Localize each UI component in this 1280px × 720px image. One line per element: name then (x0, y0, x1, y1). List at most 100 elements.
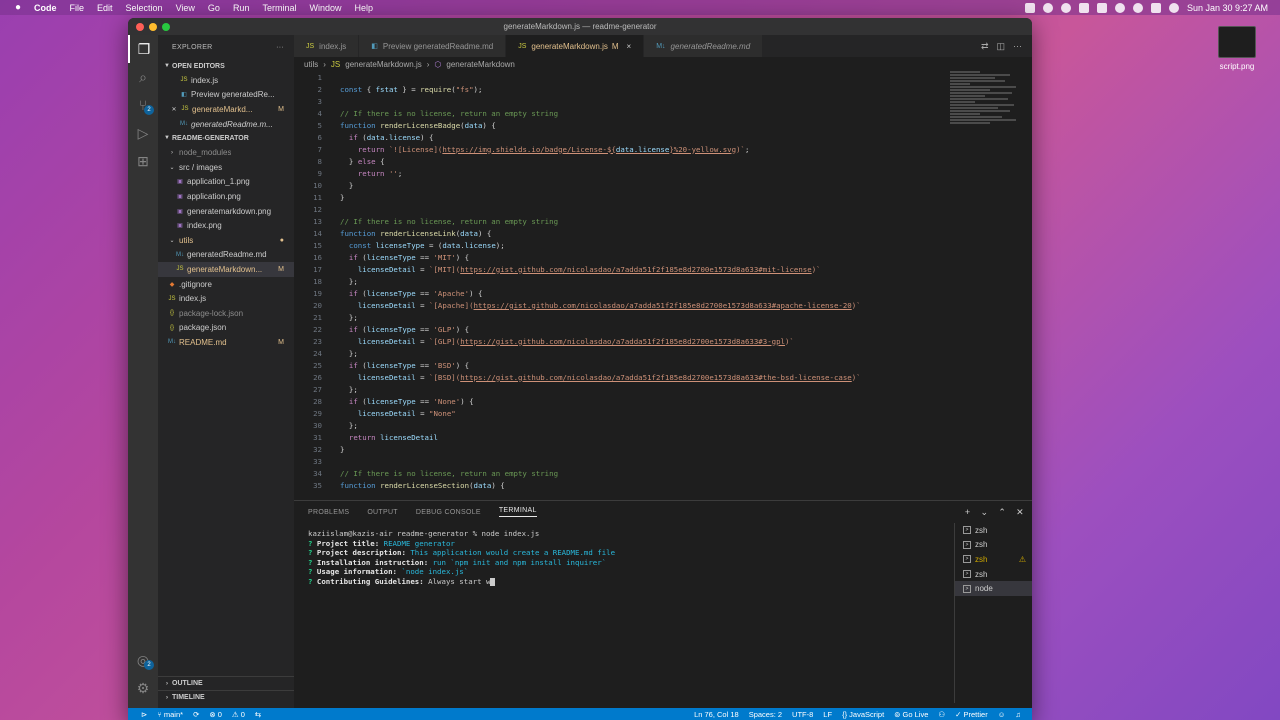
tab-label: index.js (319, 41, 347, 51)
open-editor-item[interactable]: ◧ Preview generatedRe... (158, 88, 294, 103)
outline-section[interactable]: › OUTLINE (158, 676, 294, 690)
feedback-icon[interactable]: ☺ (998, 710, 1006, 719)
siri-icon[interactable] (1168, 2, 1179, 13)
end-of-line[interactable]: LF (823, 710, 832, 719)
line-number: 2 (317, 84, 322, 94)
project-section[interactable]: ▼ README-GENERATOR (158, 131, 294, 145)
open-editor-item[interactable]: ✕ JS generateMarkd... M (158, 102, 294, 117)
errors-count[interactable]: ⊗ 0 (209, 710, 222, 719)
notifications-bell-icon[interactable]: ♫ (1015, 710, 1021, 719)
open-editor-item[interactable]: JS index.js (158, 73, 294, 88)
tree-item-file[interactable]: ▣ application.png (158, 189, 294, 204)
close-icon[interactable]: × (627, 42, 632, 51)
more-actions-icon[interactable]: ··· (1013, 41, 1022, 51)
prettier-button[interactable]: ✓ Prettier (955, 710, 988, 719)
play-icon[interactable] (1060, 2, 1071, 13)
breadcrumb-symbol[interactable]: generateMarkdown (446, 60, 514, 69)
menu-run[interactable]: Run (233, 3, 250, 13)
tree-item-file[interactable]: JS index.js (158, 291, 294, 306)
tree-item-file[interactable]: M↓ README.md M (158, 335, 294, 350)
terminal-output[interactable]: kaziislam@kazis-air readme-generator % n… (308, 529, 928, 586)
menu-terminal[interactable]: Terminal (262, 3, 296, 13)
desktop-file[interactable]: script.png (1208, 26, 1266, 71)
tree-item-folder[interactable]: ⌄ utils ● (158, 233, 294, 248)
menu-edit[interactable]: Edit (97, 3, 113, 13)
headphones-icon[interactable] (1042, 2, 1053, 13)
accounts-icon[interactable]: ◎ 2 (128, 646, 158, 674)
sync-icon[interactable]: ⟳ (193, 710, 199, 719)
menu-app[interactable]: Code (34, 3, 57, 13)
terminal-input[interactable]: Always start w (428, 577, 490, 586)
tree-item-file[interactable]: {} package-lock.json (158, 306, 294, 321)
breadcrumb-file[interactable]: generateMarkdown.js (345, 60, 421, 69)
menubar-clock[interactable]: Sun Jan 30 9:27 AM (1187, 3, 1268, 13)
tab-problems[interactable]: PROBLEMS (308, 509, 349, 516)
indentation[interactable]: Spaces: 2 (749, 710, 782, 719)
wifi-icon[interactable] (1114, 2, 1125, 13)
remote-icon[interactable]: ⊳ (141, 710, 147, 719)
menu-go[interactable]: Go (208, 3, 220, 13)
tab-preview-readme[interactable]: ◧ Preview generatedReadme.md (359, 35, 507, 57)
terminal-instance[interactable]: > zsh (955, 523, 1032, 538)
tree-item-file[interactable]: ▣ index.png (158, 218, 294, 233)
tree-item-file[interactable]: JS generateMarkdown... M (158, 262, 294, 277)
terminal-instance[interactable]: > zsh ⚠ (955, 552, 1032, 567)
terminal-instance[interactable]: > zsh (955, 538, 1032, 553)
cursor-position[interactable]: Ln 76, Col 18 (694, 710, 739, 719)
explorer-icon[interactable]: ❐ (128, 35, 158, 63)
line-number: 31 (313, 432, 322, 442)
compare-icon[interactable]: ⇄ (981, 41, 989, 52)
menu-window[interactable]: Window (309, 3, 341, 13)
menu-view[interactable]: View (176, 3, 195, 13)
tab-debug-console[interactable]: DEBUG CONSOLE (416, 509, 481, 516)
breadcrumb-folder[interactable]: utils (304, 60, 318, 69)
spotlight-search-icon[interactable] (1132, 2, 1143, 13)
tree-item-file[interactable]: ▣ application_1.png (158, 175, 294, 190)
close-icon[interactable]: ✕ (1016, 507, 1024, 518)
tab-generate-markdown[interactable]: JS generateMarkdown.js M × (506, 35, 645, 57)
settings-gear-icon[interactable]: ⚙ (128, 674, 158, 702)
tab-index-js[interactable]: JS index.js (294, 35, 360, 57)
warnings-count[interactable]: ⚠ 0 (232, 710, 245, 719)
search-icon[interactable]: ⌕ (128, 63, 158, 91)
go-live-button[interactable]: ⊚ Go Live (894, 710, 928, 719)
source-control-icon[interactable]: ⑂ 2 (128, 91, 158, 119)
tab-output[interactable]: OUTPUT (367, 509, 398, 516)
extensions-icon[interactable]: ⊞ (128, 147, 158, 175)
menu-selection[interactable]: Selection (126, 3, 163, 13)
copilot-icon[interactable]: ⚇ (938, 710, 945, 719)
run-debug-icon[interactable]: ▷ (128, 119, 158, 147)
encoding[interactable]: UTF-8 (792, 710, 813, 719)
minimap[interactable] (950, 71, 1022, 201)
new-terminal-icon[interactable]: + (965, 507, 971, 518)
apple-icon[interactable]: ● (12, 2, 24, 14)
chevron-down-icon[interactable]: ⌄ (980, 507, 988, 518)
language-mode[interactable]: {} JavaScript (842, 710, 884, 719)
tree-item-file[interactable]: ◆ .gitignore (158, 277, 294, 292)
terminal-instance[interactable]: > zsh (955, 567, 1032, 582)
tree-item-folder[interactable]: › node_modules (158, 145, 294, 160)
live-share-icon[interactable]: ⇆ (255, 710, 261, 719)
screen-record-icon[interactable] (1024, 2, 1035, 13)
tab-generated-readme[interactable]: M↓ generatedReadme.md (644, 35, 764, 57)
split-editor-icon[interactable]: ◫ (996, 41, 1005, 52)
menu-help[interactable]: Help (354, 3, 373, 13)
more-actions-icon[interactable]: ··· (276, 44, 284, 51)
close-icon[interactable]: ✕ (170, 106, 178, 113)
code-editor[interactable]: 1 2 const { fstat } = require("fs"); 3 4/… (294, 71, 1032, 517)
terminal-instance[interactable]: > node (955, 581, 1032, 596)
tree-item-file[interactable]: ▣ generatemarkdown.png (158, 204, 294, 219)
tree-item-folder[interactable]: ⌄ src / images (158, 160, 294, 175)
tree-item-file[interactable]: M↓ generatedReadme.md (158, 248, 294, 263)
tree-item-file[interactable]: {} package.json (158, 321, 294, 336)
timeline-section[interactable]: › TIMELINE (158, 690, 294, 704)
bluetooth-icon[interactable] (1078, 2, 1089, 13)
battery-icon[interactable] (1096, 2, 1107, 13)
control-center-icon[interactable] (1150, 2, 1161, 13)
open-editors-section[interactable]: ▼ OPEN EDITORS (158, 59, 294, 73)
open-editor-item[interactable]: M↓ generatedReadme.m... (158, 117, 294, 132)
tab-terminal[interactable]: TERMINAL (498, 507, 537, 517)
branch-indicator[interactable]: ⑂ main* (157, 710, 183, 719)
maximize-panel-icon[interactable]: ⌃ (998, 507, 1006, 518)
menu-file[interactable]: File (70, 3, 85, 13)
